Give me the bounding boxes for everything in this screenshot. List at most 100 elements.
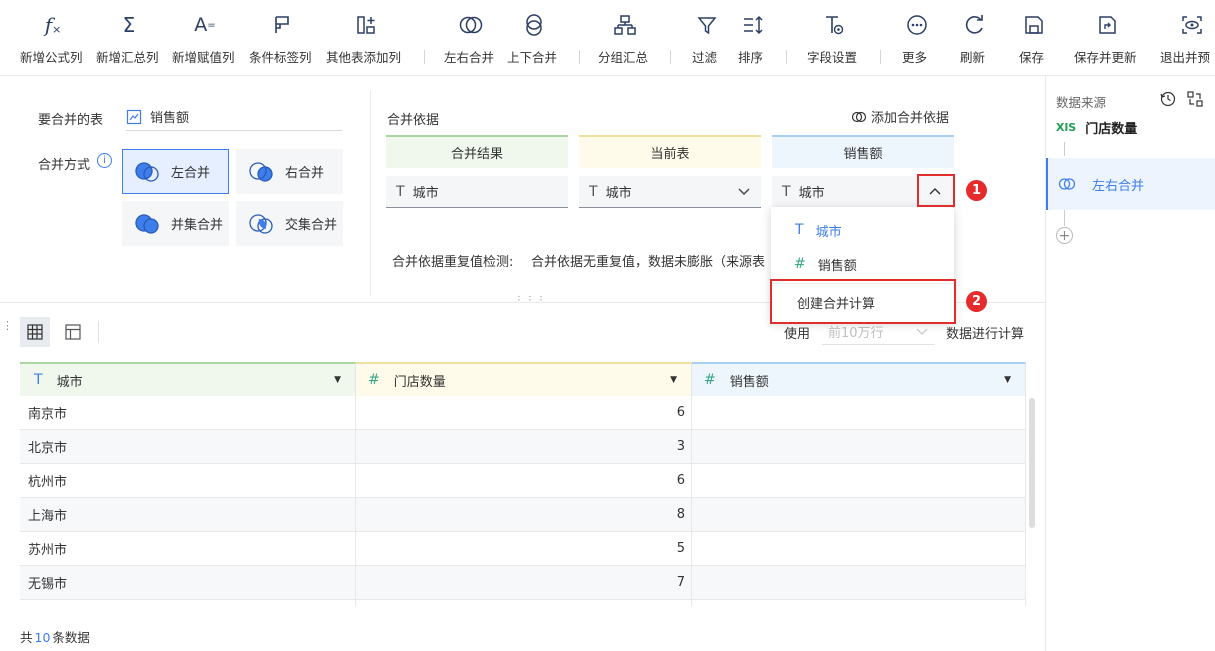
column-header-city[interactable]: T 城市 ▼	[20, 362, 356, 396]
column-header-sales[interactable]: # 销售额 ▼	[692, 362, 1026, 396]
row-count-footer: 共 10 条数据	[20, 627, 90, 646]
merge-table-value[interactable]: 销售额	[126, 103, 342, 131]
view-divider	[98, 321, 99, 343]
history-icon[interactable]	[1160, 91, 1176, 107]
mode-label: 右合并	[285, 166, 325, 181]
union-merge-button[interactable]: 并集合并	[122, 201, 229, 246]
link-icon	[851, 111, 867, 122]
refresh-button[interactable]: 刷新	[960, 0, 990, 76]
config-divider	[370, 90, 371, 296]
merge-up-down-button[interactable]: 上下合并	[507, 0, 561, 76]
cell-sales	[692, 396, 1026, 429]
left-merge-button[interactable]: 左合并	[122, 149, 229, 194]
save-button[interactable]: 保存	[1019, 0, 1049, 76]
cell-store-count: 5	[356, 532, 692, 565]
toolbar-label: 新增赋值列	[172, 50, 235, 65]
cell-city: 南京市	[20, 396, 356, 429]
step-label: 左右合并	[1092, 178, 1145, 194]
merge-lr-icon	[459, 12, 483, 38]
filter-button[interactable]: 过滤	[692, 0, 722, 76]
text-type-icon: T	[589, 183, 598, 200]
intersect-merge-button[interactable]: 交集合并	[236, 201, 343, 246]
column-header-label: 销售额	[729, 374, 769, 390]
layout-view-button[interactable]	[58, 317, 88, 347]
caret-down-icon[interactable]: ▼	[670, 375, 677, 385]
toolbar-label: 新增公式列	[20, 50, 83, 65]
table-row: 杭州市 6	[20, 464, 1026, 498]
text-type-icon: T	[782, 183, 791, 200]
sigma-icon: Σ	[122, 13, 136, 37]
add-merge-basis-button[interactable]: 添加合并依据	[851, 107, 949, 126]
switch-icon[interactable]	[1187, 91, 1203, 107]
caret-down-icon[interactable]: ▼	[334, 375, 341, 385]
sort-button[interactable]: 排序	[738, 0, 768, 76]
number-type-icon: #	[704, 372, 716, 388]
field-settings-button[interactable]: 字段设置	[807, 0, 861, 76]
data-source-item[interactable]: XlS 门店数量	[1056, 118, 1137, 137]
cell-city: 上海市	[20, 498, 356, 531]
toolbar-label: 排序	[738, 50, 764, 65]
save-and-update-button[interactable]: 保存并更新	[1074, 0, 1142, 76]
add-formula-column-button[interactable]: f × 新增公式列	[20, 0, 86, 76]
add-column-icon	[354, 12, 378, 38]
number-type-icon: #	[368, 372, 380, 388]
add-step-button[interactable]: +	[1056, 227, 1073, 244]
toolbar-label: 左右合并	[444, 50, 495, 65]
footer-prefix: 共	[20, 630, 33, 645]
table-row: 苏州市 5	[20, 532, 1026, 566]
cell-city: 苏州市	[20, 532, 356, 565]
excel-icon: XlS	[1056, 121, 1077, 134]
caret-down-icon[interactable]: ▼	[1004, 375, 1011, 385]
annotation-badge-1: 1	[966, 180, 987, 201]
cell-store-count: 6	[356, 396, 692, 429]
chevron-down-icon	[916, 328, 928, 335]
group-summary-button[interactable]: 分组汇总	[598, 0, 652, 76]
result-field[interactable]: T 城市	[386, 176, 568, 208]
cell-city: 杭州市	[20, 464, 356, 497]
toolbar-divider	[880, 50, 881, 64]
vertical-scrollbar[interactable]	[1029, 398, 1035, 528]
text-type-icon: T	[396, 183, 405, 200]
dup-check-label: 合并依据重复值检测:	[392, 255, 514, 270]
merge-left-right-button[interactable]: 左右合并	[444, 0, 498, 76]
chart-icon	[126, 109, 142, 124]
add-column-from-table-button[interactable]: 其他表添加列	[326, 0, 406, 76]
grid-view-button[interactable]	[20, 317, 50, 347]
toolbar-label: 其他表添加列	[326, 50, 402, 65]
filter-icon	[695, 12, 719, 38]
table-row	[20, 600, 1026, 606]
table-row: 北京市 3	[20, 430, 1026, 464]
cell-store-count: 6	[356, 464, 692, 497]
toolbar-label: 分组汇总	[598, 50, 649, 65]
more-button[interactable]: 更多	[902, 0, 932, 76]
merge-basis-label: 合并依据	[387, 113, 440, 128]
current-table-field-select[interactable]: T 城市	[579, 176, 761, 208]
toolbar-label: 字段设置	[807, 50, 858, 65]
info-icon[interactable]: i	[97, 153, 112, 168]
toolbar-label: 更多	[902, 50, 928, 65]
condition-tag-column-button[interactable]: 条件标签列	[249, 0, 315, 76]
assign-icon: A =	[194, 14, 216, 36]
result-column-header: 合并结果	[386, 135, 568, 168]
add-summary-column-button[interactable]: Σ 新增汇总列	[96, 0, 162, 76]
footer-count: 10	[34, 630, 51, 645]
formula-icon: f ×	[44, 13, 62, 37]
dropdown-option-city[interactable]: T 城市	[771, 215, 954, 245]
toolbar-label: 过滤	[692, 50, 718, 65]
field-settings-icon	[822, 12, 846, 38]
add-assign-column-button[interactable]: A = 新增赋值列	[172, 0, 238, 76]
toolbar-divider	[670, 50, 671, 64]
cell-city	[20, 600, 356, 606]
cell-city: 无锡市	[20, 566, 356, 599]
column-header-store-count[interactable]: # 门店数量 ▼	[356, 362, 692, 396]
page: f × 新增公式列 Σ 新增汇总列 A = 新增赋值列 条件标签列 其他表添加列 左…	[0, 0, 1215, 651]
merge-ud-icon	[522, 12, 546, 38]
step-merge-left-right[interactable]: 左右合并	[1046, 158, 1215, 210]
dropdown-option-sales[interactable]: # 销售额	[771, 249, 954, 279]
dup-check-value: 合并依据无重复值，数据未膨胀（来源表	[531, 255, 766, 270]
right-merge-button[interactable]: 右合并	[236, 149, 343, 194]
flow-connector	[1064, 142, 1065, 156]
drag-handle[interactable]: ⋮	[2, 319, 13, 332]
row-limit-value: 前10万行	[828, 326, 884, 341]
exit-preview-button[interactable]: 退出并预	[1160, 0, 1215, 76]
